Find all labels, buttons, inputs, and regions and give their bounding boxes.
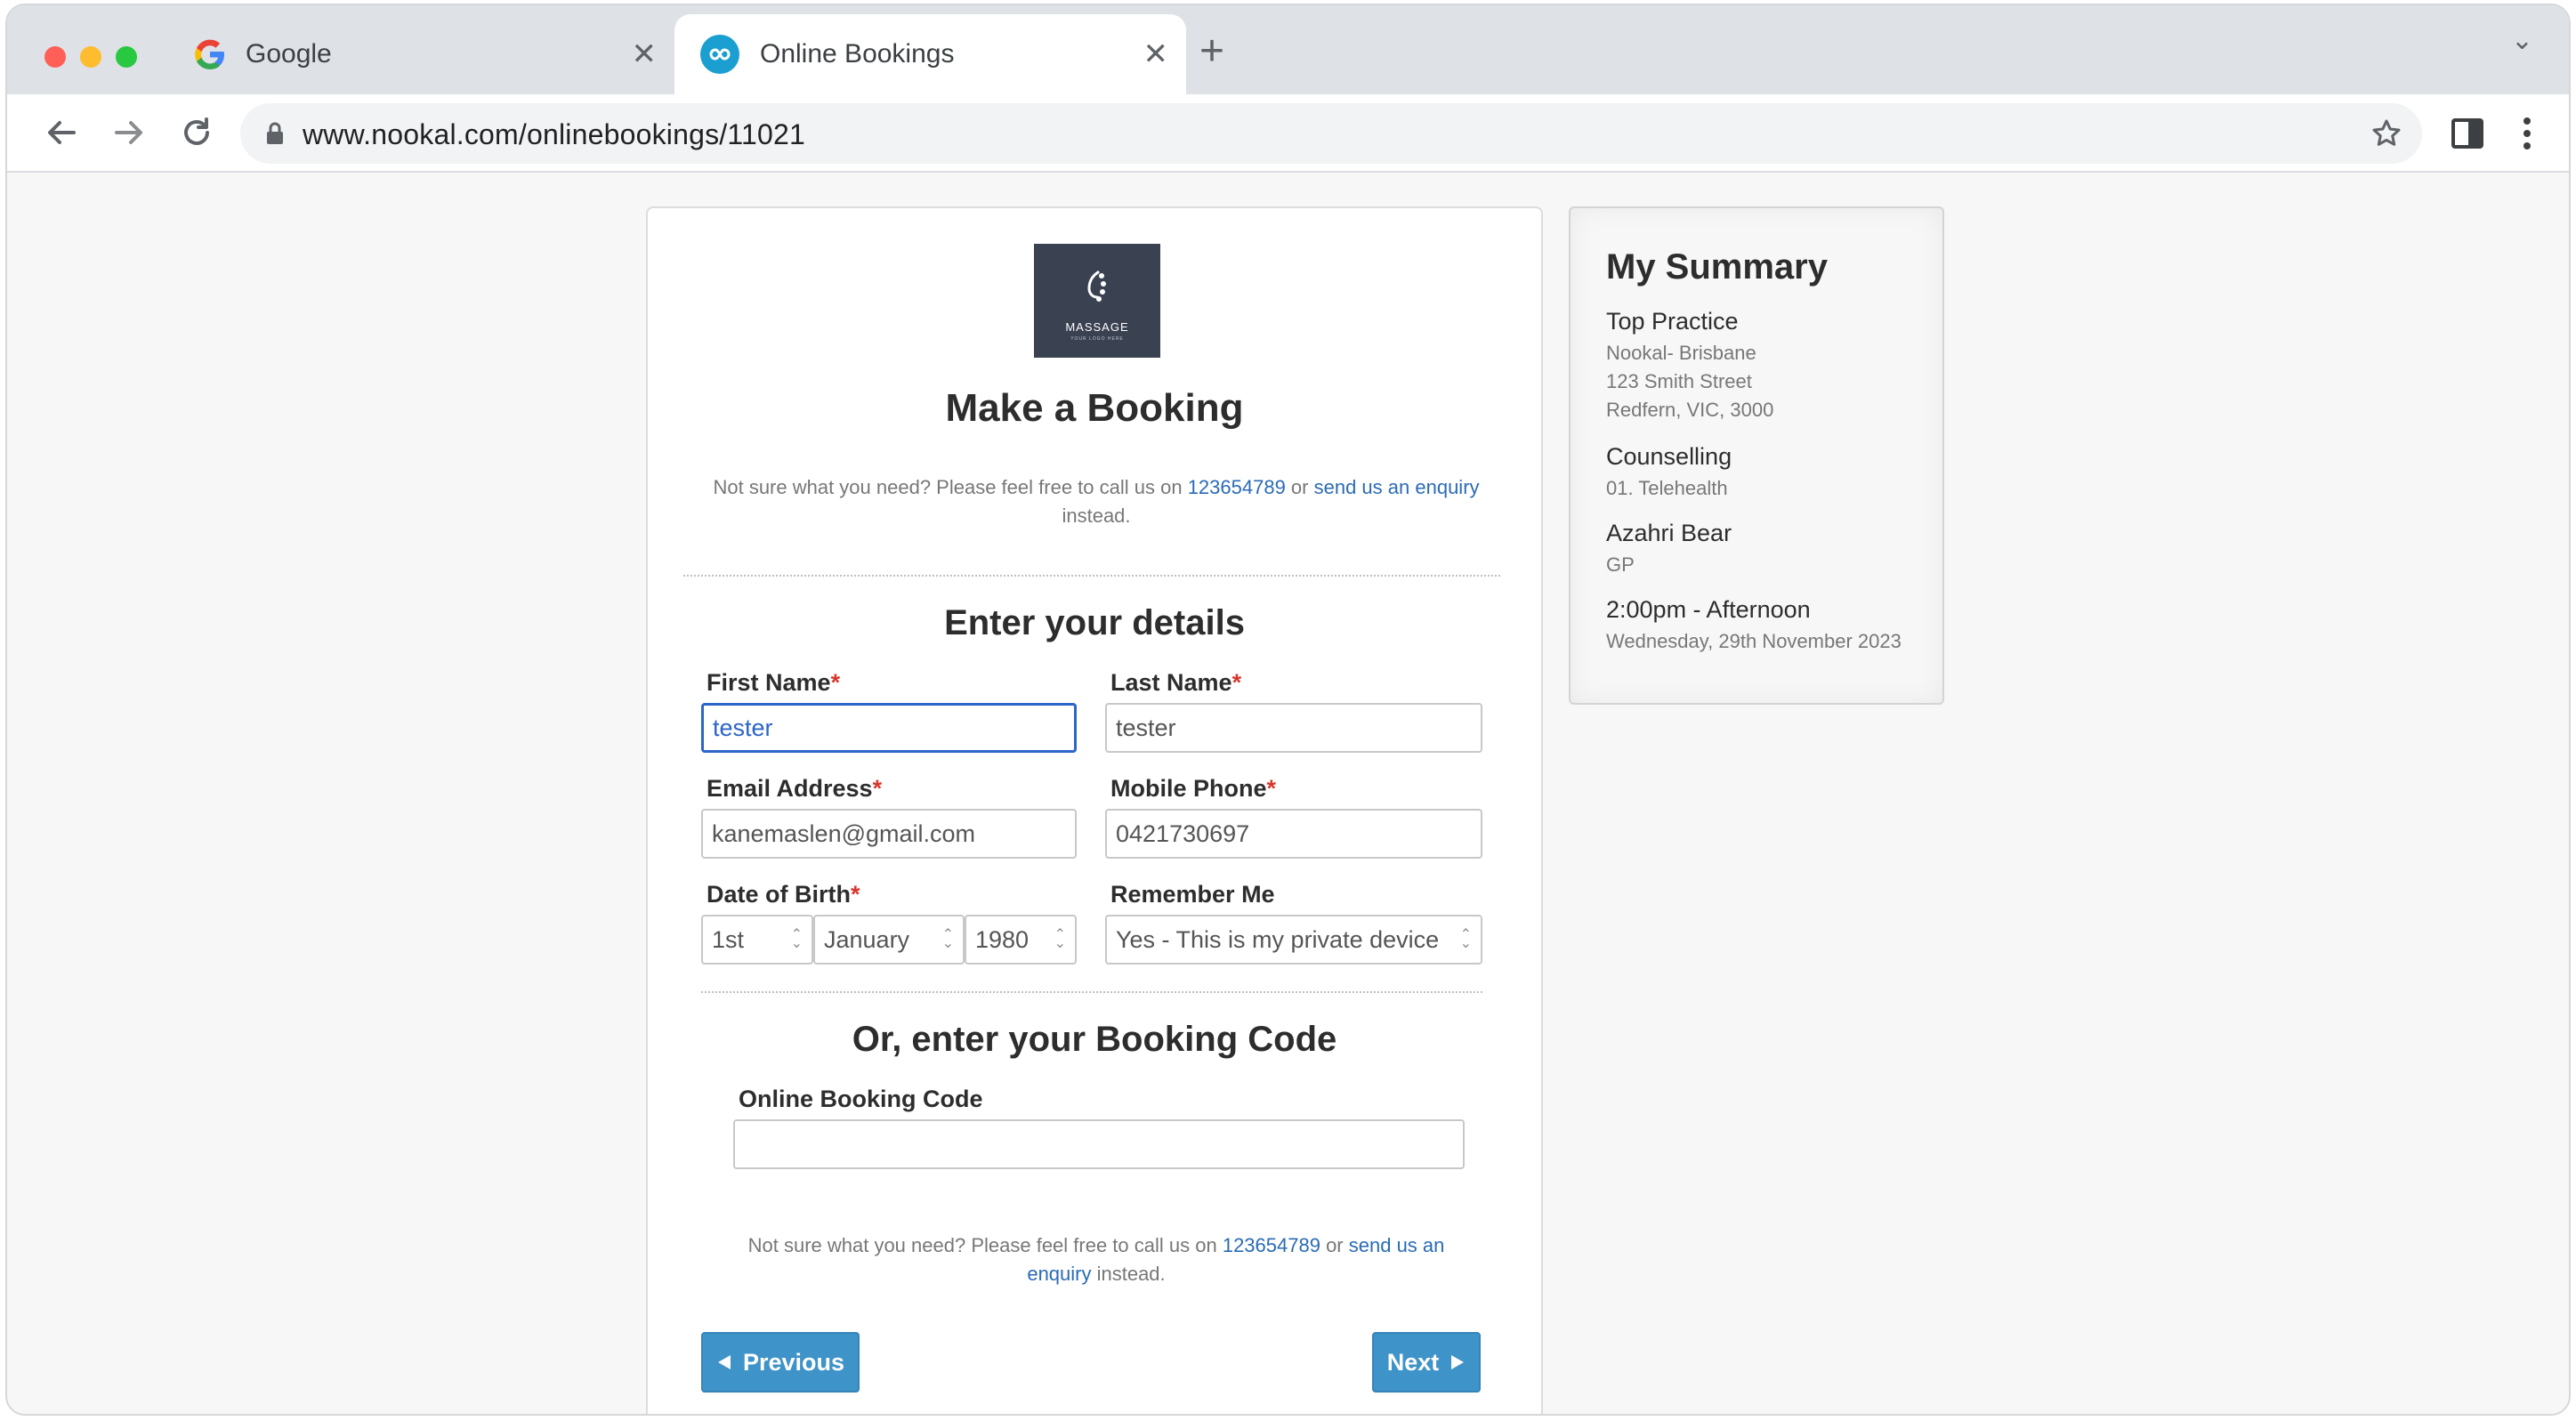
mobile-phone-label: Mobile Phone* [1110, 775, 1277, 802]
previous-button[interactable]: Previous [701, 1332, 860, 1393]
divider [683, 575, 1500, 577]
summary-practitioner-role: GP [1606, 553, 1635, 576]
summary-time: 2:00pm - Afternoon [1606, 596, 1811, 623]
summary-practice: Top Practice [1606, 308, 1739, 335]
enquiry-link[interactable]: enquiry [1027, 1263, 1091, 1285]
phone-link[interactable]: 123654789 [1223, 1234, 1320, 1256]
select-arrows-icon: ⌃ ⌄ [1054, 927, 1066, 951]
reload-icon [184, 117, 209, 145]
page-title: Make a Booking [945, 386, 1244, 430]
massage-hand-icon [1087, 270, 1106, 302]
back-button[interactable] [39, 110, 84, 155]
summary-suburb: Redfern, VIC, 3000 [1606, 399, 1774, 421]
booking-code-heading: Or, enter your Booking Code [852, 1020, 1337, 1059]
google-icon [195, 39, 224, 69]
select-arrows-icon: ⌃ ⌄ [790, 927, 803, 951]
tab-title: Online Bookings [760, 39, 955, 69]
select-arrows-icon: ⌃ ⌄ [1459, 927, 1472, 951]
dob-month-select[interactable]: January ⌃ ⌄ [813, 915, 965, 965]
arrow-left-icon [48, 121, 76, 144]
phone-link[interactable]: 123654789 [1188, 476, 1286, 498]
browser-toolbar: www.nookal.com/onlinebookings/11021 [7, 94, 2569, 173]
close-icon[interactable]: ✕ [1143, 36, 1169, 72]
practice-logo: MASSAGE YOUR LOGO HERE [1034, 244, 1160, 358]
address-bar[interactable]: www.nookal.com/onlinebookings/11021 [240, 103, 2422, 164]
chevron-down-icon[interactable]: ⌄ [2511, 25, 2533, 56]
booking-card: MASSAGE YOUR LOGO HERE Make a Booking No… [646, 206, 1543, 1414]
booking-code-field[interactable] [733, 1119, 1465, 1169]
summary-practitioner: Azahri Bear [1606, 520, 1732, 546]
summary-service: Counselling [1606, 443, 1732, 470]
close-window-button[interactable] [44, 46, 66, 68]
first-name-label: First Name* [707, 669, 841, 696]
side-panel-icon[interactable] [2451, 117, 2484, 149]
dob-label: Date of Birth* [707, 881, 860, 908]
last-name-label: Last Name* [1110, 669, 1242, 696]
summary-panel: My Summary Top Practice Nookal- Brisbane… [1569, 206, 1944, 705]
email-field[interactable]: kanemaslen@gmail.com [701, 809, 1077, 859]
logo-tagline: YOUR LOGO HERE [1070, 336, 1124, 342]
minimize-window-button[interactable] [80, 46, 101, 68]
page-content: MASSAGE YOUR LOGO HERE Make a Booking No… [7, 174, 2569, 1414]
summary-location: Nookal- Brisbane [1606, 342, 1756, 364]
help-text-bottom: Not sure what you need? Please feel free… [747, 1234, 1445, 1285]
browser-window: Google ✕ Online Bookings ✕ + ⌄ www.nooka… [5, 4, 2571, 1416]
summary-date: Wednesday, 29th November 2023 [1606, 630, 1902, 652]
dob-day-select[interactable]: 1st ⌃ ⌄ [701, 915, 813, 965]
close-icon[interactable]: ✕ [632, 36, 658, 72]
reload-button[interactable] [174, 110, 219, 155]
summary-service-detail: 01. Telehealth [1606, 477, 1728, 499]
first-name-field[interactable]: tester [701, 703, 1077, 753]
tab-google[interactable]: Google ✕ [176, 14, 674, 94]
next-button[interactable]: Next [1372, 1332, 1481, 1393]
last-name-field[interactable]: tester [1105, 703, 1482, 753]
remember-me-select[interactable]: Yes - This is my private device ⌃ ⌄ [1105, 915, 1482, 965]
arrow-right-icon [115, 121, 142, 144]
tab-online-bookings[interactable]: Online Bookings ✕ [674, 14, 1186, 94]
triangle-left-icon [717, 1355, 731, 1369]
forward-button[interactable] [107, 110, 151, 155]
logo-brand: MASSAGE [1065, 320, 1129, 334]
divider [701, 991, 1482, 993]
zoom-window-button[interactable] [116, 46, 137, 68]
booking-code-label: Online Booking Code [739, 1086, 983, 1112]
url-text[interactable]: www.nookal.com/onlinebookings/11021 [303, 118, 805, 151]
nookal-infinity-icon [700, 35, 739, 74]
more-vert-icon[interactable] [2522, 116, 2532, 151]
enquiry-link[interactable]: send us an enquiry [1314, 476, 1480, 498]
mobile-phone-field[interactable]: 0421730697 [1105, 809, 1482, 859]
dob-year-select[interactable]: 1980 ⌃ ⌄ [965, 915, 1077, 965]
tab-strip: Google ✕ Online Bookings ✕ + ⌄ [7, 5, 2569, 94]
select-arrows-icon: ⌃ ⌄ [941, 927, 954, 951]
star-icon[interactable] [2370, 117, 2402, 149]
enquiry-link[interactable]: send us an [1349, 1234, 1445, 1256]
remember-me-label: Remember Me [1110, 881, 1275, 908]
triangle-right-icon [1451, 1355, 1465, 1369]
tab-title: Google [246, 39, 332, 69]
summary-title: My Summary [1606, 247, 1828, 287]
email-label: Email Address* [707, 775, 883, 802]
lock-icon [267, 122, 283, 144]
new-tab-icon[interactable]: + [1199, 30, 1224, 73]
help-text-top: Not sure what you need? Please feel free… [713, 476, 1480, 527]
summary-street: 123 Smith Street [1606, 370, 1752, 392]
details-heading: Enter your details [944, 603, 1245, 642]
